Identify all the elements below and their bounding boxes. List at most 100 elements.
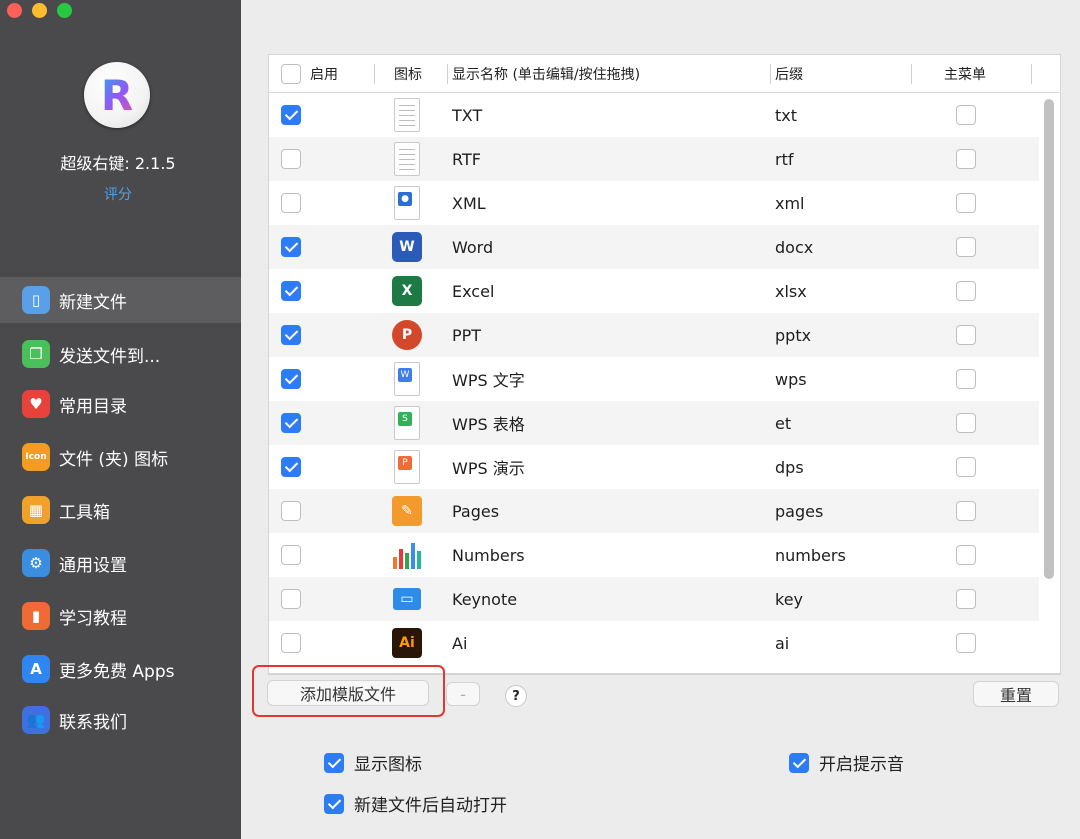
table-row[interactable]: ▭ Keynote key (269, 577, 1039, 621)
play-sound-option[interactable]: 开启提示音 (789, 750, 904, 775)
main-menu-checkbox[interactable] (956, 369, 976, 389)
sidebar-item-9[interactable]: 👥 联系我们 (0, 697, 241, 743)
close-window-button[interactable] (7, 3, 22, 18)
sidebar-item-1[interactable]: ▯ 新建文件 (0, 277, 241, 323)
main-menu-checkbox[interactable] (956, 149, 976, 169)
word-icon: W (391, 229, 423, 265)
illustrator-icon: Ai (391, 625, 423, 661)
display-name[interactable]: Pages (452, 489, 499, 533)
enable-checkbox[interactable] (281, 413, 301, 433)
table-row[interactable]: TXT txt (269, 93, 1039, 137)
display-name[interactable]: Ai (452, 621, 467, 665)
table-row[interactable]: RTF rtf (269, 137, 1039, 181)
enable-checkbox[interactable] (281, 325, 301, 345)
suffix: ai (775, 633, 790, 653)
suffix: dps (775, 457, 804, 477)
enable-checkbox[interactable] (281, 545, 301, 565)
sidebar-item-label: 发送文件到... (59, 346, 161, 367)
suffix: pages (775, 501, 824, 521)
main-menu-checkbox[interactable] (956, 237, 976, 257)
play-sound-checkbox[interactable] (789, 752, 809, 773)
display-name[interactable]: WPS 表格 (452, 401, 525, 445)
reset-button[interactable]: 重置 (973, 681, 1059, 707)
help-button[interactable]: ? (505, 685, 527, 707)
sidebar-item-7[interactable]: ▮ 学习教程 (0, 593, 241, 639)
display-name[interactable]: PPT (452, 313, 481, 357)
display-name[interactable]: TXT (452, 93, 482, 137)
main-menu-checkbox[interactable] (956, 105, 976, 125)
display-name[interactable]: WPS 文字 (452, 357, 525, 401)
table-row[interactable]: Ai Ai ai (269, 621, 1039, 665)
excel-icon: X (391, 273, 423, 309)
main-menu-checkbox[interactable] (956, 633, 976, 653)
table-body: TXT txt RTF rtf ● XML xml W Word docx X Excel xlsx P P… (269, 93, 1060, 673)
wps-presentation-icon: P (391, 449, 423, 485)
auto-open-checkbox[interactable] (324, 793, 344, 814)
enable-checkbox[interactable] (281, 633, 301, 653)
zoom-window-button[interactable] (57, 3, 72, 18)
select-all-header[interactable]: 启用 (281, 55, 338, 93)
table-row[interactable]: W Word docx (269, 225, 1039, 269)
enable-checkbox[interactable] (281, 149, 301, 169)
suffix: xml (775, 193, 805, 213)
sidebar-item-2[interactable]: ❐ 发送文件到... (0, 331, 241, 377)
enable-checkbox[interactable] (281, 281, 301, 301)
enable-checkbox[interactable] (281, 105, 301, 125)
main-menu-checkbox[interactable] (956, 457, 976, 477)
numbers-icon (391, 537, 423, 573)
table-row[interactable]: Numbers numbers (269, 533, 1039, 577)
display-name[interactable]: Excel (452, 269, 494, 313)
main-menu-checkbox[interactable] (956, 281, 976, 301)
auto-open-option[interactable]: 新建文件后自动打开 (324, 791, 507, 816)
rate-link[interactable]: 评分 (0, 184, 236, 204)
sidebar-item-5[interactable]: ▦ 工具箱 (0, 487, 241, 533)
table-row[interactable]: S WPS 表格 et (269, 401, 1039, 445)
enable-checkbox[interactable] (281, 193, 301, 213)
highlight-box (252, 665, 445, 717)
txt-file-icon (391, 97, 423, 133)
app-store-icon: A (22, 655, 50, 683)
display-name[interactable]: Word (452, 225, 493, 269)
sidebar-item-label: 学习教程 (59, 608, 127, 629)
main-menu-checkbox[interactable] (956, 193, 976, 213)
sidebar-item-4[interactable]: Icon 文件 (夹) 图标 (0, 434, 241, 480)
sidebar-item-3[interactable]: ♥ 常用目录 (0, 381, 241, 427)
display-name[interactable]: WPS 演示 (452, 445, 525, 489)
enable-checkbox[interactable] (281, 589, 301, 609)
table-row[interactable]: P WPS 演示 dps (269, 445, 1039, 489)
main-menu-checkbox[interactable] (956, 501, 976, 521)
enable-checkbox[interactable] (281, 501, 301, 521)
display-name[interactable]: RTF (452, 137, 481, 181)
sidebar-item-8[interactable]: A 更多免费 Apps (0, 646, 241, 692)
display-name[interactable]: Keynote (452, 577, 517, 621)
enable-checkbox[interactable] (281, 237, 301, 257)
display-name[interactable]: XML (452, 181, 486, 225)
table-row[interactable]: ✎ Pages pages (269, 489, 1039, 533)
main-menu-checkbox[interactable] (956, 413, 976, 433)
table-row[interactable]: X Excel xlsx (269, 269, 1039, 313)
file-type-table: 启用 图标 显示名称 (单击编辑/按住拖拽) 后缀 主菜单 TXT txt RTF r… (268, 54, 1061, 674)
sidebar-item-label: 联系我们 (59, 712, 127, 733)
show-icon-option[interactable]: 显示图标 (324, 750, 422, 775)
enable-checkbox[interactable] (281, 369, 301, 389)
table-row[interactable]: P PPT pptx (269, 313, 1039, 357)
sidebar-item-label: 常用目录 (59, 396, 127, 417)
display-name[interactable]: Numbers (452, 533, 525, 577)
sidebar-item-label: 文件 (夹) 图标 (59, 449, 169, 470)
header-enable: 启用 (310, 67, 338, 83)
main-menu-checkbox[interactable] (956, 589, 976, 609)
remove-button[interactable]: - (446, 682, 480, 706)
table-row[interactable]: ● XML xml (269, 181, 1039, 225)
contacts-icon: 👥 (22, 706, 50, 734)
suffix: rtf (775, 149, 794, 169)
enable-checkbox[interactable] (281, 457, 301, 477)
sidebar-item-6[interactable]: ⚙ 通用设置 (0, 540, 241, 586)
main-menu-checkbox[interactable] (956, 545, 976, 565)
show-icon-checkbox[interactable] (324, 752, 344, 773)
main-menu-checkbox[interactable] (956, 325, 976, 345)
scrollbar[interactable] (1044, 99, 1054, 579)
select-all-checkbox[interactable] (281, 64, 301, 84)
minimize-window-button[interactable] (32, 3, 47, 18)
sidebar-item-label: 更多免费 Apps (59, 661, 175, 682)
table-row[interactable]: W WPS 文字 wps (269, 357, 1039, 401)
